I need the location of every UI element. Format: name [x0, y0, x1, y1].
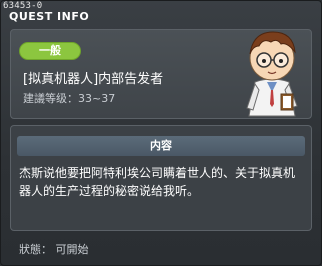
quest-level-requirement: 建議等级：33~37 — [23, 92, 116, 105]
description-text: 杰斯说他要把阿特利埃公司瞒着世人的、关于拟真机器人的生产过程的秘密说给我听。 — [19, 166, 296, 198]
window-title: QUEST INFO — [9, 10, 90, 23]
quest-status: 狀態： 可開始 — [19, 243, 89, 256]
quest-summary-panel: 一般 [拟真机器人]内部告发者 建議等级：33~37 — [10, 29, 312, 119]
quest-name: [拟真机器人]内部告发者 — [23, 72, 164, 87]
quest-info-window: 63453-0 QUEST INFO 一般 [拟真机器人]内部告发者 建議等级：… — [0, 0, 322, 266]
quest-description-panel: 内容 杰斯说他要把阿特利埃公司瞒着世人的、关于拟真机器人的生产过程的秘密说给我听… — [10, 125, 312, 231]
quest-level-badge: 一般 — [19, 42, 81, 60]
description-header: 内容 — [17, 136, 305, 156]
scientist-npc-icon — [246, 31, 298, 117]
